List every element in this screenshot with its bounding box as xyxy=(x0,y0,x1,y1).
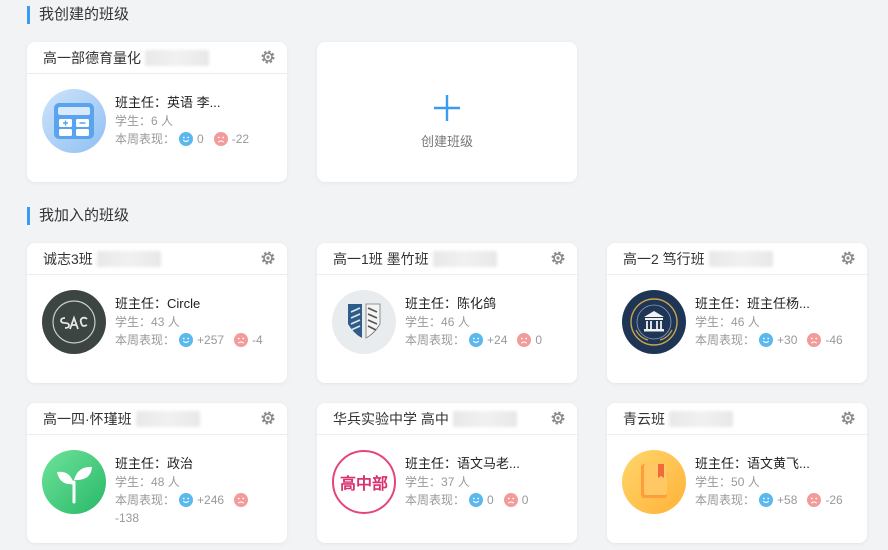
teacher-line: 班主任：班主任杨... xyxy=(695,296,810,311)
redacted-text xyxy=(135,410,200,427)
card-header: 高一1班 墨竹班 xyxy=(317,243,577,275)
teacher-line: 班主任：语文马老... xyxy=(405,456,520,471)
class-name: 青云班 xyxy=(623,410,665,427)
student-count: 学生：6 人 xyxy=(115,114,174,128)
weekly-performance: 本周表现： +246-138 xyxy=(115,491,265,527)
class-avatar xyxy=(332,290,396,354)
class-card[interactable]: 高一1班 墨竹班 班主任：陈化鸽 学生：46 人 本周表现： +24 0 xyxy=(317,243,577,383)
gear-icon[interactable] xyxy=(260,49,276,65)
sad-face-icon xyxy=(234,492,249,507)
gear-icon[interactable] xyxy=(260,410,276,426)
class-card[interactable]: 高一部德育量化 班主任：英语 李... 学生：6 人 本周表现： 0 -22 xyxy=(27,42,287,182)
weekly-performance: 本周表现： 0 -22 xyxy=(115,131,250,146)
redacted-text xyxy=(708,250,773,267)
student-count: 学生：46 人 xyxy=(405,315,470,329)
teacher-line: 班主任：陈化鸽 xyxy=(405,296,497,311)
class-card[interactable]: 华兵实验中学 高中 高中部 班主任：语文马老... 学生：37 人 本周表现： 0… xyxy=(317,403,577,543)
class-avatar xyxy=(42,450,106,514)
calculator-icon xyxy=(54,103,94,139)
weekly-performance: 本周表现： +257 -4 xyxy=(115,332,263,347)
sac-logo-icon xyxy=(52,300,96,344)
gear-icon[interactable] xyxy=(550,410,566,426)
redacted-text xyxy=(452,410,517,427)
weekly-performance: 本周表现： +58 -26 xyxy=(695,492,843,507)
gear-icon[interactable] xyxy=(550,250,566,266)
gear-icon[interactable] xyxy=(260,250,276,266)
book-icon xyxy=(641,464,667,498)
student-count: 学生：50 人 xyxy=(695,475,760,489)
teacher-line: 班主任：Circle xyxy=(115,296,201,311)
happy-face-icon xyxy=(469,492,484,507)
sad-face-icon xyxy=(517,332,532,347)
create-class-label: 创建班级 xyxy=(420,134,473,149)
joined-section-title: 我加入的班级 xyxy=(27,207,129,225)
teacher-line: 班主任：语文黄飞... xyxy=(695,456,810,471)
card-header: 高一2 笃行班 xyxy=(607,243,867,275)
class-name: 诚志3班 xyxy=(43,250,93,267)
school-emblem-icon xyxy=(630,298,678,346)
happy-face-icon xyxy=(759,332,774,347)
sad-face-icon xyxy=(213,131,228,146)
create-class-button[interactable]: 创建班级 xyxy=(317,42,577,182)
card-header: 诚志3班 xyxy=(27,243,287,275)
wings-emblem-icon xyxy=(348,303,381,339)
teacher-line: 班主任：英语 李... xyxy=(115,95,221,110)
happy-face-icon xyxy=(759,492,774,507)
redacted-text xyxy=(96,250,161,267)
redacted-text xyxy=(669,410,733,427)
card-header: 高一四·怀瑾班 xyxy=(27,403,287,435)
sad-face-icon xyxy=(807,332,822,347)
class-card[interactable]: 高一2 笃行班 班主任：班主任杨... 学生：46 人 本周表现： +30 -46 xyxy=(607,243,867,383)
class-name: 高一四·怀瑾班 xyxy=(43,410,132,427)
gaozhongbu-logo-icon: 高中部 xyxy=(340,474,388,493)
happy-face-icon xyxy=(179,131,194,146)
student-count: 学生：46 人 xyxy=(695,315,760,329)
redacted-text xyxy=(145,49,209,66)
class-avatar xyxy=(622,450,686,514)
gear-icon[interactable] xyxy=(840,250,856,266)
class-avatar: 高中部 xyxy=(332,450,396,514)
card-header: 青云班 xyxy=(607,403,867,435)
happy-face-icon xyxy=(179,492,194,507)
sad-face-icon xyxy=(503,492,518,507)
student-count: 学生：48 人 xyxy=(115,475,180,489)
class-avatar xyxy=(42,89,106,153)
class-avatar xyxy=(42,290,106,354)
weekly-performance: 本周表现： 0 0 xyxy=(405,492,529,507)
weekly-performance: 本周表现： +24 0 xyxy=(405,332,543,347)
card-header: 高一部德育量化 xyxy=(27,42,287,74)
class-name: 华兵实验中学 高中 xyxy=(333,410,449,427)
class-avatar xyxy=(622,290,686,354)
student-count: 学生：43 人 xyxy=(115,315,180,329)
class-card[interactable]: 诚志3班 班主任：Circle 学生：43 人 本周表现： +257 -4 xyxy=(27,243,287,383)
class-name: 高一2 笃行班 xyxy=(623,250,705,267)
student-count: 学生：37 人 xyxy=(405,475,470,489)
class-name: 高一部德育量化 xyxy=(43,49,141,66)
redacted-text xyxy=(432,250,497,267)
happy-face-icon xyxy=(469,332,484,347)
sprout-icon xyxy=(57,466,92,504)
plus-icon xyxy=(434,95,460,121)
class-name: 高一1班 墨竹班 xyxy=(333,250,429,267)
class-card[interactable]: 高一四·怀瑾班 班主任：政治 学生：48 人 本周表现： +246-138 xyxy=(27,403,287,543)
sad-face-icon xyxy=(807,492,822,507)
svg-text:高中部: 高中部 xyxy=(340,474,388,493)
gear-icon[interactable] xyxy=(840,410,856,426)
class-card[interactable]: 青云班 班主任：语文黄飞... 学生：50 人 本周表现： +58 -26 xyxy=(607,403,867,543)
happy-face-icon xyxy=(179,332,194,347)
sad-face-icon xyxy=(234,332,249,347)
weekly-performance: 本周表现： +30 -46 xyxy=(695,332,843,347)
card-header: 华兵实验中学 高中 xyxy=(317,403,577,435)
teacher-line: 班主任：政治 xyxy=(115,456,194,471)
created-section-title: 我创建的班级 xyxy=(27,6,129,24)
